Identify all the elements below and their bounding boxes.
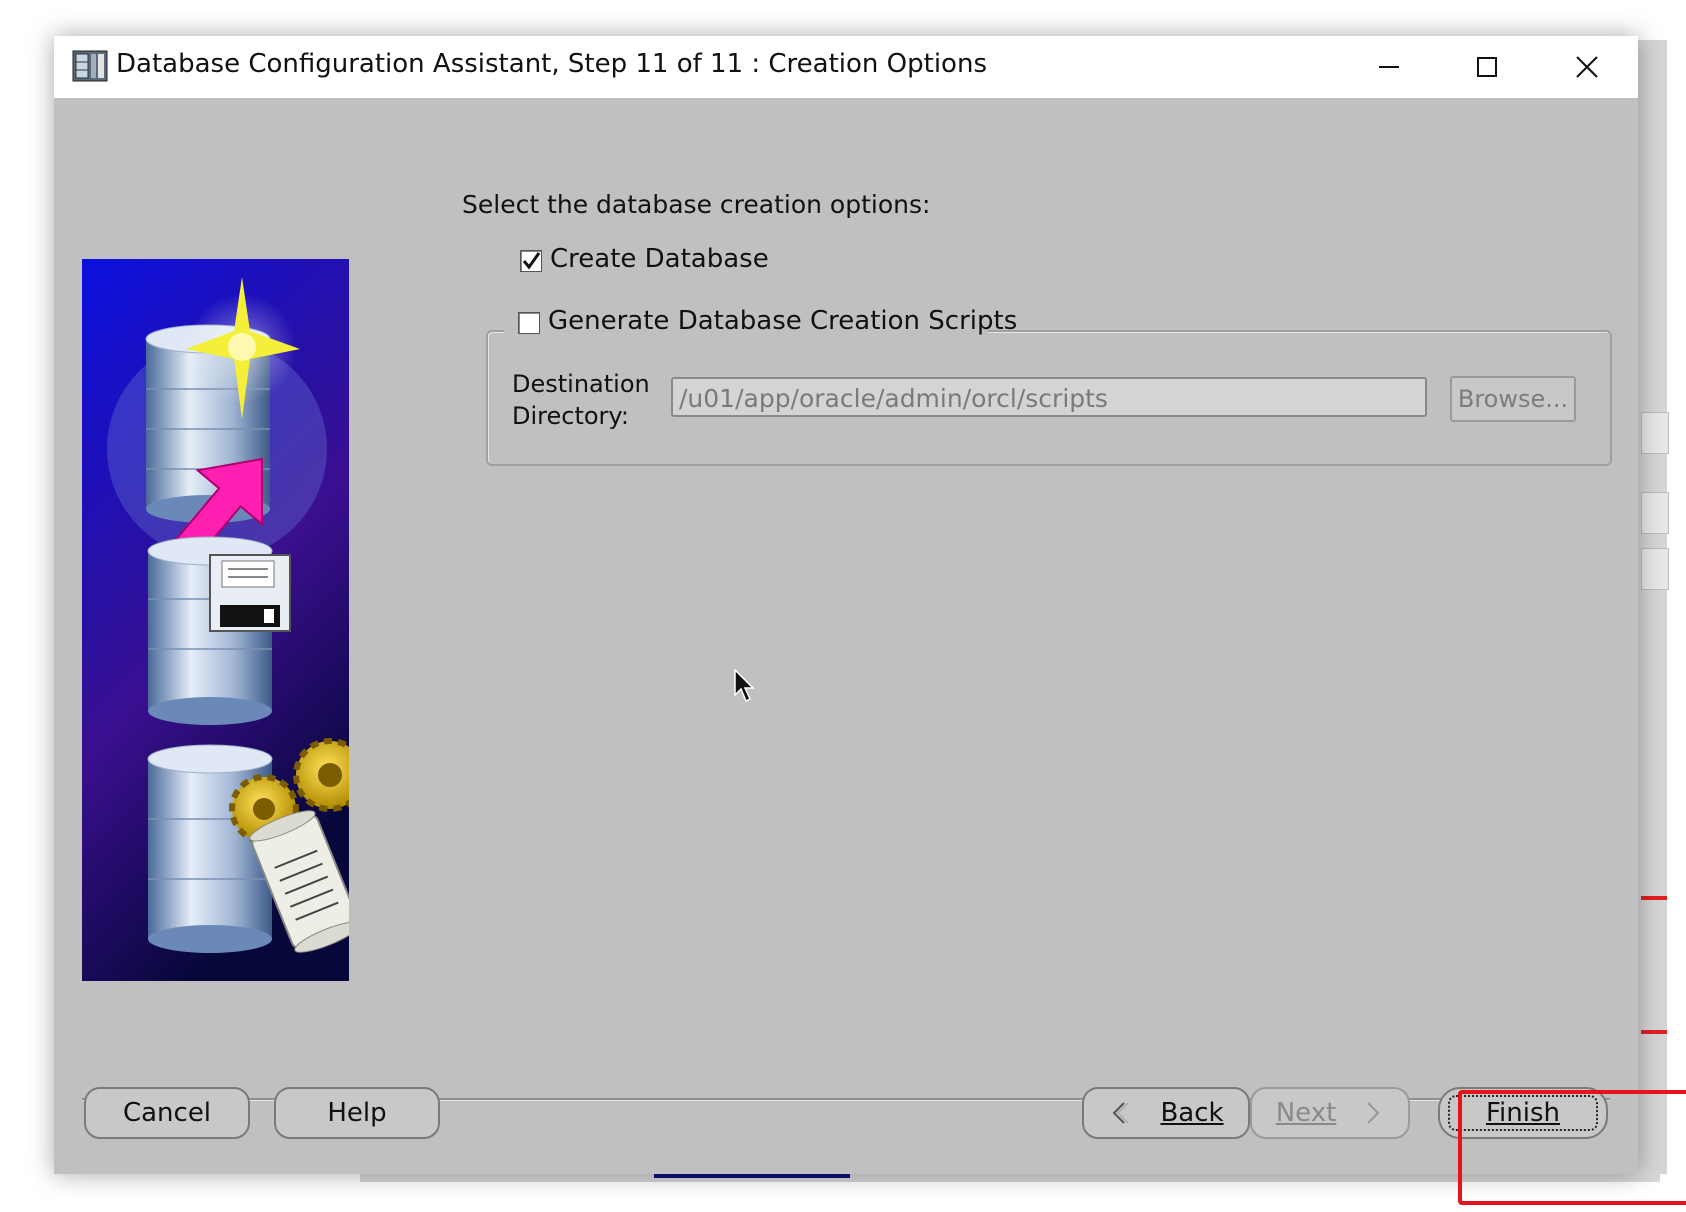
wizard-illustration: [82, 259, 349, 981]
window-title: Database Configuration Assistant, Step 1…: [116, 49, 987, 79]
background-panel: [1641, 548, 1669, 590]
background-panel: [1641, 492, 1669, 534]
browse-button[interactable]: Browse...: [1450, 376, 1576, 422]
mouse-cursor-icon: [734, 669, 755, 703]
back-button[interactable]: Back: [1082, 1087, 1250, 1139]
creation-options-instruction: Select the database creation options:: [462, 190, 931, 219]
generate-scripts-label[interactable]: Generate Database Creation Scripts: [548, 306, 1017, 336]
title-bar[interactable]: Database Configuration Assistant, Step 1…: [54, 36, 1638, 98]
create-database-checkbox[interactable]: [520, 250, 542, 272]
background-accent: [1641, 896, 1667, 900]
next-button-label: Next: [1275, 1098, 1337, 1128]
finish-highlight-annotation: [1458, 1090, 1686, 1205]
close-button[interactable]: [1538, 36, 1636, 98]
help-button[interactable]: Help: [274, 1087, 440, 1139]
destination-directory-field[interactable]: /u01/app/oracle/admin/orcl/scripts: [671, 377, 1427, 417]
maximize-icon: [1477, 57, 1497, 77]
help-button-label: Help: [327, 1098, 387, 1128]
chevron-right-icon: [1367, 1102, 1380, 1124]
cancel-button-label: Cancel: [122, 1098, 212, 1128]
create-database-label[interactable]: Create Database: [550, 244, 769, 274]
checkmark-icon: [522, 252, 541, 270]
next-button[interactable]: Next: [1250, 1087, 1410, 1139]
dbca-dialog: Database Configuration Assistant, Step 1…: [54, 36, 1686, 1205]
cancel-button[interactable]: Cancel: [84, 1087, 250, 1139]
app-icon: [72, 50, 108, 82]
dialog-content: Select the database creation options: Cr…: [54, 98, 1638, 1174]
back-button-label: Back: [1160, 1098, 1224, 1128]
chevron-left-icon: [1113, 1102, 1129, 1124]
close-icon: [1576, 56, 1598, 78]
minimize-icon: [1379, 66, 1399, 68]
background-panel: [1641, 412, 1669, 454]
minimize-button[interactable]: [1340, 36, 1438, 98]
destination-label-line2: Directory:: [512, 402, 629, 430]
background-accent: [1641, 1030, 1667, 1034]
maximize-button[interactable]: [1438, 36, 1536, 98]
destination-directory-label: Destination Directory:: [512, 368, 650, 432]
generate-scripts-checkbox[interactable]: [518, 312, 540, 334]
destination-label-line1: Destination: [512, 370, 650, 398]
